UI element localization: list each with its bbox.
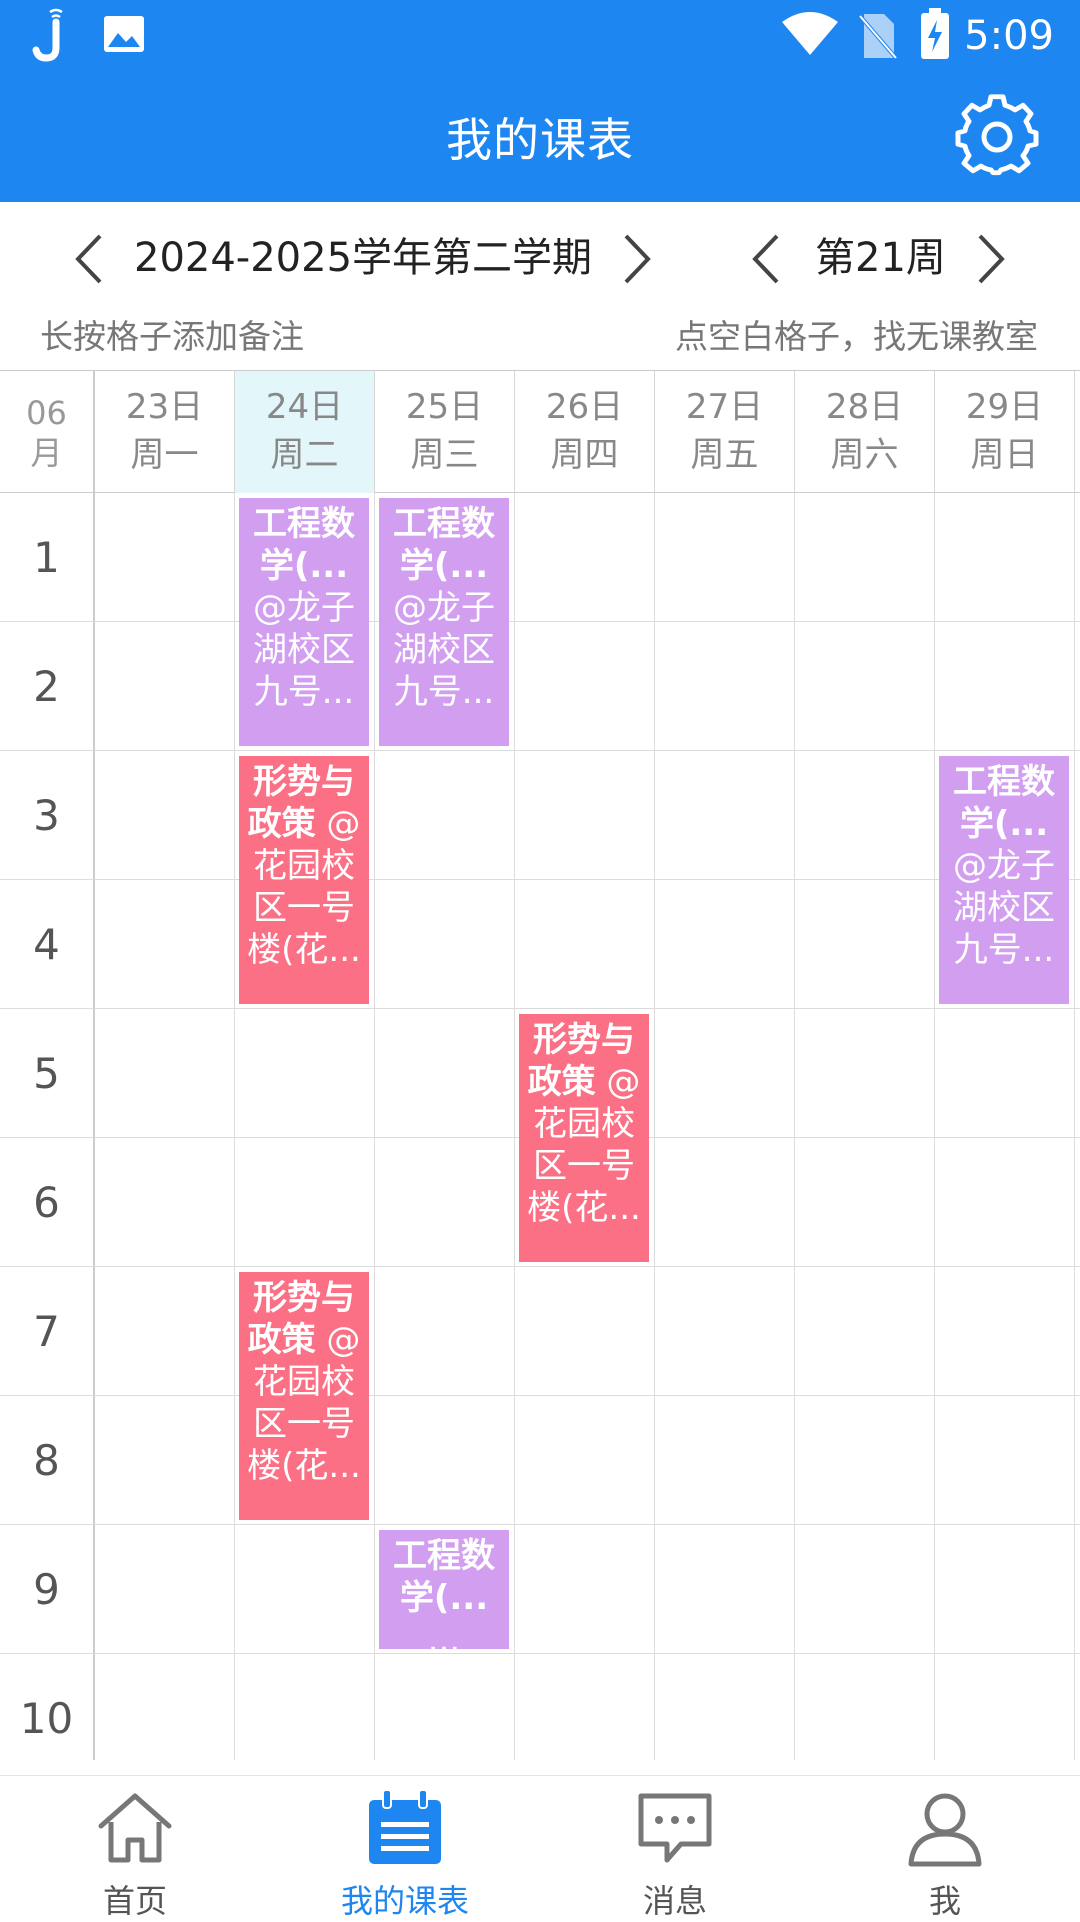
- month-label-part: 06: [26, 394, 67, 432]
- day-header-4: 26日周四: [515, 371, 655, 493]
- calendar-icon: [369, 1789, 441, 1864]
- day-weekday: 周一: [130, 435, 199, 475]
- day-header-3: 25日周三: [375, 371, 515, 493]
- period-label: 2: [0, 622, 95, 751]
- day-header-6: 28日周六: [795, 371, 935, 493]
- next-term-chevron-icon[interactable]: [616, 232, 656, 286]
- grid-column-line: [234, 493, 235, 1760]
- course-name: 工程数学(...: [253, 504, 355, 586]
- day-weekday: 周六: [830, 435, 899, 475]
- home-icon: [98, 1793, 172, 1863]
- nav-me[interactable]: 我: [810, 1776, 1080, 1921]
- course-block[interactable]: 形势与政策 @花园校区一号楼(花...: [239, 756, 369, 1004]
- status-time: 5:09: [964, 13, 1054, 59]
- day-header-7: 29日周日: [935, 371, 1075, 493]
- course-name: 工程数学(...: [953, 762, 1055, 844]
- grid-row-line: [95, 1653, 1080, 1654]
- course-block[interactable]: 工程数学(... @龙子湖校区九号...: [379, 498, 509, 746]
- day-weekday: 周二: [270, 435, 339, 475]
- term-selector: 2024-2025学年第二学期 第21周: [0, 202, 1080, 307]
- day-header-5: 27日周五: [655, 371, 795, 493]
- course-block[interactable]: 工程数学(... ...: [379, 1530, 509, 1649]
- prev-term-chevron-icon[interactable]: [70, 232, 110, 286]
- period-label: 1: [0, 493, 95, 622]
- period-label: 10: [0, 1654, 95, 1760]
- hint-add-note: 长按格子添加备注: [40, 317, 304, 356]
- message-icon: [638, 1793, 712, 1863]
- day-date: 25日: [405, 387, 484, 427]
- nav-me-label: 我: [928, 1882, 961, 1920]
- day-date: 27日: [685, 387, 764, 427]
- grid-row-line: [95, 750, 1080, 751]
- day-weekday: 周日: [970, 435, 1039, 475]
- course-location: ...: [427, 1620, 461, 1649]
- day-header-2: 24日周二: [235, 371, 375, 493]
- course-location: @龙子湖校区九号...: [953, 846, 1055, 970]
- grid-column-line: [794, 493, 795, 1760]
- grid-row-line: [95, 1266, 1080, 1267]
- course-location: @龙子湖校区九号...: [253, 588, 355, 712]
- no-sim-icon: [858, 14, 898, 60]
- next-week-chevron-icon[interactable]: [970, 232, 1010, 286]
- day-weekday: 周四: [550, 435, 619, 475]
- grid-column-line: [1074, 493, 1075, 1760]
- timetable-header: 06 月 23日 周一 24日 周二 25日 周三 26日 周四 27日 周五 28日 周六 29日 周日: [0, 370, 1080, 493]
- hint-find-classroom: 点空白格子，找无课教室: [675, 317, 1038, 356]
- day-date: 24日: [265, 387, 344, 427]
- period-label: 9: [0, 1525, 95, 1654]
- bottom-nav: 首页 我的课表 消息 我: [0, 1775, 1080, 1921]
- nav-my-schedule-label: 我的课表: [340, 1882, 469, 1920]
- month-label-part: 月: [30, 434, 63, 472]
- image-icon: [104, 16, 144, 52]
- week-label[interactable]: 第21周: [815, 228, 946, 288]
- page-title: 我的课表: [446, 113, 634, 167]
- gear-icon[interactable]: [954, 94, 1040, 180]
- day-date: 23日: [125, 387, 204, 427]
- grid-row-line: [95, 1524, 1080, 1525]
- period-label: 6: [0, 1138, 95, 1267]
- timetable-grid: 06 月 23日 周一 24日 周二 25日 周三 26日 周四 27日 周五 28日 周六 29日 周日 …: [0, 370, 1080, 1760]
- nav-messages-label: 消息: [642, 1882, 707, 1920]
- day-date: 28日: [825, 387, 904, 427]
- day-date: 29日: [965, 387, 1044, 427]
- course-name: 工程数学(...: [393, 1536, 495, 1618]
- period-label: 5: [0, 1009, 95, 1138]
- course-block[interactable]: 形势与政策 @花园校区一号楼(花...: [519, 1014, 649, 1262]
- nav-home-label: 首页: [102, 1882, 167, 1920]
- day-date: 26日: [545, 387, 624, 427]
- period-label: 3: [0, 751, 95, 880]
- period-label: 4: [0, 880, 95, 1009]
- course-location: @龙子湖校区九号...: [393, 588, 495, 712]
- grid-column-line: [514, 493, 515, 1760]
- day-weekday: 周五: [690, 435, 759, 475]
- wifi-icon: [782, 12, 838, 55]
- person-icon: [908, 1793, 982, 1867]
- prev-week-chevron-icon[interactable]: [747, 232, 787, 286]
- period-label: 7: [0, 1267, 95, 1396]
- course-name: 工程数学(...: [393, 504, 495, 586]
- course-block[interactable]: 工程数学(... @龙子湖校区九号...: [239, 498, 369, 746]
- battery-charging-icon: [921, 8, 949, 59]
- nav-messages[interactable]: 消息: [540, 1776, 810, 1921]
- term-label[interactable]: 2024-2025学年第二学期: [134, 228, 592, 288]
- course-block[interactable]: 工程数学(... @龙子湖校区九号...: [939, 756, 1069, 1004]
- course-block[interactable]: 形势与政策 @花园校区一号楼(花...: [239, 1272, 369, 1520]
- j-app-icon: [32, 8, 63, 62]
- grid-column-line: [374, 493, 375, 1760]
- grid-column-line: [654, 493, 655, 1760]
- day-header-1: 23日周一: [95, 371, 235, 493]
- nav-home[interactable]: 首页: [0, 1776, 270, 1921]
- app-header: 我的课表: [0, 72, 1080, 202]
- status-bar: 5:09: [0, 0, 1080, 72]
- period-label: 8: [0, 1396, 95, 1525]
- grid-row-line: [95, 1008, 1080, 1009]
- day-weekday: 周三: [410, 435, 479, 475]
- grid-column-line: [934, 493, 935, 1760]
- nav-my-schedule[interactable]: 我的课表: [270, 1776, 540, 1921]
- month-label: 06 月: [0, 371, 95, 493]
